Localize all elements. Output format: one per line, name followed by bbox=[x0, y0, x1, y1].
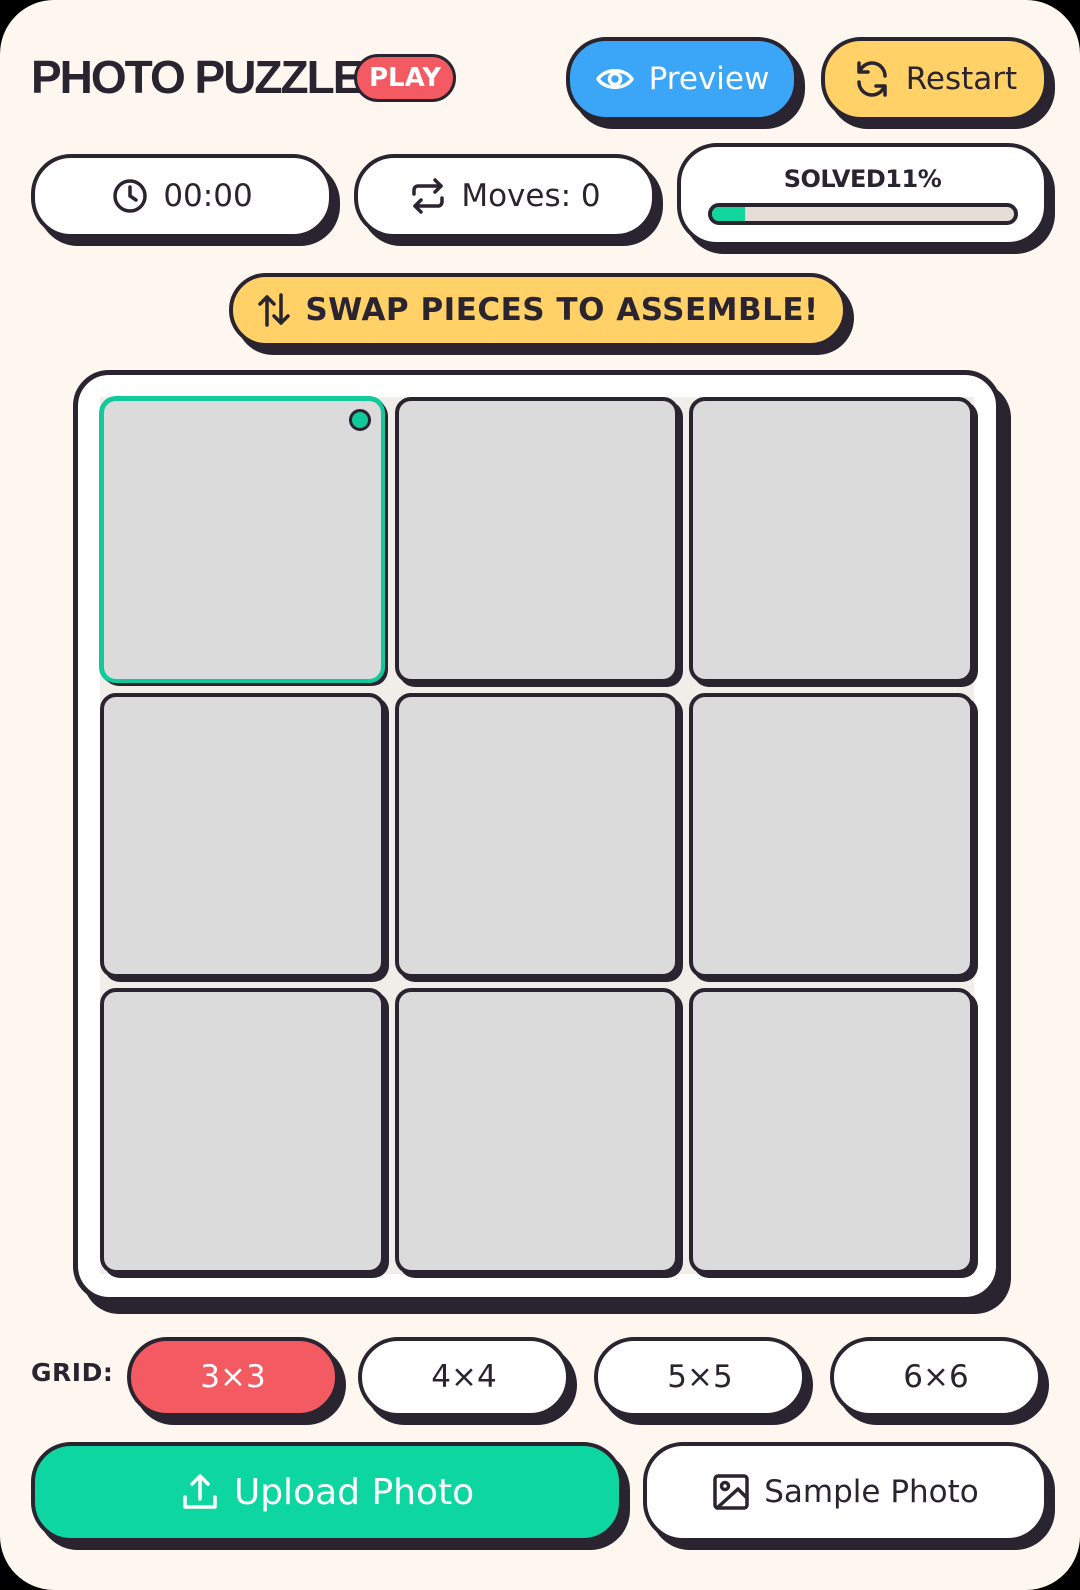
grid-option-5x5[interactable]: 5×5 bbox=[594, 1337, 806, 1417]
repeat-icon bbox=[409, 177, 447, 215]
puzzle-tile[interactable] bbox=[394, 988, 680, 1274]
puzzle-tile[interactable] bbox=[394, 692, 680, 979]
image-icon bbox=[712, 1473, 750, 1511]
upload-label: Upload Photo bbox=[233, 1471, 475, 1513]
sample-label: Sample Photo bbox=[764, 1474, 979, 1510]
restart-label: Restart bbox=[905, 61, 1018, 97]
puzzle-tile[interactable] bbox=[689, 988, 974, 1274]
grid-size-label: GRID: bbox=[31, 1358, 114, 1387]
moves-counter: Moves: 0 bbox=[354, 154, 656, 238]
restart-button[interactable]: Restart bbox=[821, 37, 1048, 121]
progress-fill bbox=[711, 206, 745, 221]
grid-option-6x6[interactable]: 6×6 bbox=[830, 1337, 1042, 1417]
mode-badge: PLAY bbox=[354, 54, 456, 102]
grid-option-4x4[interactable]: 4×4 bbox=[358, 1337, 570, 1417]
progress-card: SOLVED11% bbox=[677, 143, 1048, 246]
timer-display: 00:00 bbox=[31, 154, 333, 238]
clock-icon bbox=[111, 177, 149, 215]
puzzle-tile[interactable] bbox=[100, 692, 385, 979]
timer-value: 00:00 bbox=[163, 178, 253, 214]
selected-tile-dot bbox=[348, 409, 371, 431]
preview-label: Preview bbox=[648, 61, 770, 97]
puzzle-tile[interactable] bbox=[100, 988, 385, 1274]
preview-button[interactable]: Preview bbox=[566, 37, 798, 121]
grid-option-3x3[interactable]: 3×3 bbox=[127, 1337, 339, 1417]
puzzle-board bbox=[73, 370, 1001, 1302]
puzzle-tile[interactable] bbox=[689, 397, 974, 683]
app-frame: PHOTO PUZZLE PLAY Preview Restart 00:00 … bbox=[0, 0, 1080, 1590]
refresh-icon bbox=[852, 60, 892, 98]
progress-bar bbox=[707, 202, 1018, 225]
progress-label: SOLVED11% bbox=[783, 164, 942, 193]
eye-icon bbox=[595, 64, 635, 94]
upload-photo-button[interactable]: Upload Photo bbox=[31, 1442, 623, 1542]
swap-vertical-icon bbox=[257, 291, 291, 329]
moves-label: Moves: 0 bbox=[461, 178, 601, 214]
app-title: PHOTO PUZZLE bbox=[31, 51, 363, 103]
upload-icon bbox=[180, 1472, 220, 1512]
puzzle-tile[interactable] bbox=[394, 397, 680, 683]
puzzle-tile[interactable] bbox=[689, 692, 974, 979]
instruction-text: SWAP PIECES TO ASSEMBLE! bbox=[305, 292, 819, 328]
puzzle-tile[interactable] bbox=[100, 397, 385, 683]
puzzle-grid bbox=[100, 397, 974, 1274]
sample-photo-button[interactable]: Sample Photo bbox=[643, 1442, 1048, 1542]
instruction-banner: SWAP PIECES TO ASSEMBLE! bbox=[229, 273, 847, 347]
